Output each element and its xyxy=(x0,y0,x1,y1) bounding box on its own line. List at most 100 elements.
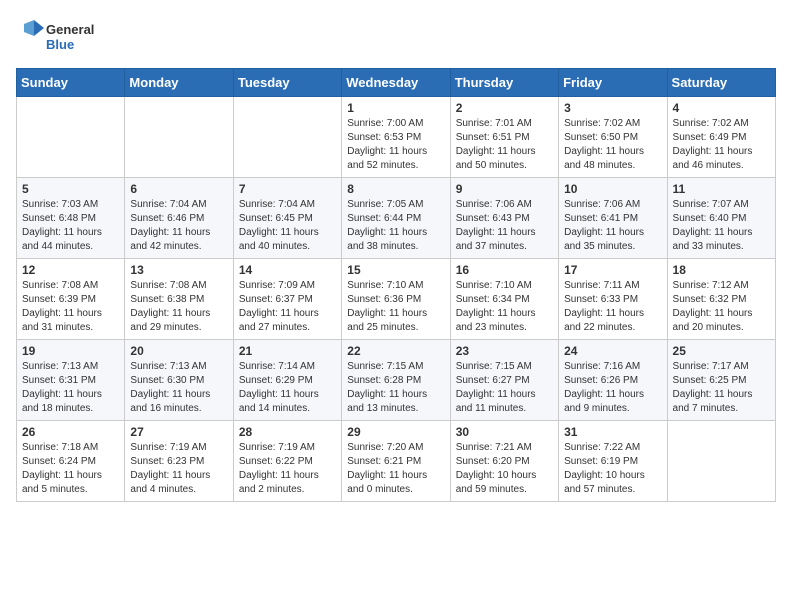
calendar-cell: 3Sunrise: 7:02 AM Sunset: 6:50 PM Daylig… xyxy=(559,97,667,178)
day-header-monday: Monday xyxy=(125,69,233,97)
day-info: Sunrise: 7:00 AM Sunset: 6:53 PM Dayligh… xyxy=(347,117,444,173)
day-header-wednesday: Wednesday xyxy=(342,69,450,97)
calendar-cell xyxy=(125,97,233,178)
day-info: Sunrise: 7:08 AM Sunset: 6:39 PM Dayligh… xyxy=(22,279,119,335)
day-number: 5 xyxy=(22,182,119,196)
day-number: 9 xyxy=(456,182,553,196)
calendar-cell: 5Sunrise: 7:03 AM Sunset: 6:48 PM Daylig… xyxy=(17,178,125,259)
calendar-cell: 29 Sunrise: 7:20 AM Sunset: 6:21 PM Dayli… xyxy=(342,421,450,502)
day-header-saturday: Saturday xyxy=(667,69,775,97)
day-number: 4 xyxy=(673,101,770,115)
calendar-cell: 9Sunrise: 7:06 AM Sunset: 6:43 PM Daylig… xyxy=(450,178,558,259)
calendar-table: SundayMondayTuesdayWednesdayThursdayFrid… xyxy=(16,68,776,502)
day-number: 30 xyxy=(456,425,553,439)
calendar-cell xyxy=(233,97,341,178)
day-number: 28 xyxy=(239,425,336,439)
day-number: 16 xyxy=(456,263,553,277)
calendar-cell: 8 Sunrise: 7:05 AM Sunset: 6:44 PM Daylig… xyxy=(342,178,450,259)
calendar-header-row: SundayMondayTuesdayWednesdayThursdayFrid… xyxy=(17,69,776,97)
calendar-cell: 20 Sunrise: 7:13 AM Sunset: 6:30 PM Dayli… xyxy=(125,340,233,421)
calendar-cell: 30 Sunrise: 7:21 AM Sunset: 6:20 PM Dayli… xyxy=(450,421,558,502)
day-info: Sunrise: 7:11 AM Sunset: 6:33 PM Dayligh… xyxy=(564,279,661,335)
calendar-week-3: 12 Sunrise: 7:08 AM Sunset: 6:39 PM Dayli… xyxy=(17,259,776,340)
day-info: Sunrise: 7:08 AM Sunset: 6:38 PM Dayligh… xyxy=(130,279,227,335)
day-header-tuesday: Tuesday xyxy=(233,69,341,97)
day-info: Sunrise: 7:01 AM Sunset: 6:51 PM Dayligh… xyxy=(456,117,553,173)
calendar-cell: 28 Sunrise: 7:19 AM Sunset: 6:22 PM Dayli… xyxy=(233,421,341,502)
calendar-cell: 21 Sunrise: 7:14 AM Sunset: 6:29 PM Dayli… xyxy=(233,340,341,421)
calendar-cell: 11 Sunrise: 7:07 AM Sunset: 6:40 PM Dayli… xyxy=(667,178,775,259)
day-number: 31 xyxy=(564,425,661,439)
day-number: 11 xyxy=(673,182,770,196)
day-info: Sunrise: 7:15 AM Sunset: 6:27 PM Dayligh… xyxy=(456,360,553,416)
day-number: 23 xyxy=(456,344,553,358)
calendar-cell: 16 Sunrise: 7:10 AM Sunset: 6:34 PM Dayli… xyxy=(450,259,558,340)
day-number: 1 xyxy=(347,101,444,115)
calendar-cell: 12 Sunrise: 7:08 AM Sunset: 6:39 PM Dayli… xyxy=(17,259,125,340)
day-info: Sunrise: 7:22 AM Sunset: 6:19 PM Dayligh… xyxy=(564,441,661,497)
day-number: 8 xyxy=(347,182,444,196)
calendar-cell: 31 Sunrise: 7:22 AM Sunset: 6:19 PM Dayli… xyxy=(559,421,667,502)
calendar-cell: 24Sunrise: 7:16 AM Sunset: 6:26 PM Dayli… xyxy=(559,340,667,421)
day-info: Sunrise: 7:15 AM Sunset: 6:28 PM Dayligh… xyxy=(347,360,444,416)
day-info: Sunrise: 7:02 AM Sunset: 6:49 PM Dayligh… xyxy=(673,117,770,173)
day-header-sunday: Sunday xyxy=(17,69,125,97)
day-info: Sunrise: 7:18 AM Sunset: 6:24 PM Dayligh… xyxy=(22,441,119,497)
calendar-cell: 27 Sunrise: 7:19 AM Sunset: 6:23 PM Dayli… xyxy=(125,421,233,502)
day-number: 10 xyxy=(564,182,661,196)
calendar-cell: 17 Sunrise: 7:11 AM Sunset: 6:33 PM Dayli… xyxy=(559,259,667,340)
day-info: Sunrise: 7:19 AM Sunset: 6:22 PM Dayligh… xyxy=(239,441,336,497)
day-info: Sunrise: 7:13 AM Sunset: 6:30 PM Dayligh… xyxy=(130,360,227,416)
calendar-cell: 22 Sunrise: 7:15 AM Sunset: 6:28 PM Dayli… xyxy=(342,340,450,421)
day-info: Sunrise: 7:10 AM Sunset: 6:36 PM Dayligh… xyxy=(347,279,444,335)
day-info: Sunrise: 7:20 AM Sunset: 6:21 PM Dayligh… xyxy=(347,441,444,497)
day-info: Sunrise: 7:21 AM Sunset: 6:20 PM Dayligh… xyxy=(456,441,553,497)
calendar-cell: 25Sunrise: 7:17 AM Sunset: 6:25 PM Dayli… xyxy=(667,340,775,421)
day-number: 14 xyxy=(239,263,336,277)
day-info: Sunrise: 7:13 AM Sunset: 6:31 PM Dayligh… xyxy=(22,360,119,416)
day-info: Sunrise: 7:06 AM Sunset: 6:41 PM Dayligh… xyxy=(564,198,661,254)
calendar-cell: 6 Sunrise: 7:04 AM Sunset: 6:46 PM Daylig… xyxy=(125,178,233,259)
calendar-cell: 10 Sunrise: 7:06 AM Sunset: 6:41 PM Dayli… xyxy=(559,178,667,259)
calendar-cell: 15 Sunrise: 7:10 AM Sunset: 6:36 PM Dayli… xyxy=(342,259,450,340)
day-number: 22 xyxy=(347,344,444,358)
day-number: 17 xyxy=(564,263,661,277)
day-info: Sunrise: 7:04 AM Sunset: 6:45 PM Dayligh… xyxy=(239,198,336,254)
calendar-cell: 4 Sunrise: 7:02 AM Sunset: 6:49 PM Daylig… xyxy=(667,97,775,178)
day-info: Sunrise: 7:09 AM Sunset: 6:37 PM Dayligh… xyxy=(239,279,336,335)
day-info: Sunrise: 7:04 AM Sunset: 6:46 PM Dayligh… xyxy=(130,198,227,254)
calendar-week-1: 1 Sunrise: 7:00 AM Sunset: 6:53 PM Daylig… xyxy=(17,97,776,178)
day-number: 6 xyxy=(130,182,227,196)
day-number: 2 xyxy=(456,101,553,115)
day-number: 12 xyxy=(22,263,119,277)
logo: General Blue xyxy=(16,16,106,56)
day-info: Sunrise: 7:16 AM Sunset: 6:26 PM Dayligh… xyxy=(564,360,661,416)
day-number: 29 xyxy=(347,425,444,439)
calendar-cell: 2 Sunrise: 7:01 AM Sunset: 6:51 PM Daylig… xyxy=(450,97,558,178)
calendar-cell xyxy=(667,421,775,502)
day-number: 21 xyxy=(239,344,336,358)
day-number: 15 xyxy=(347,263,444,277)
day-number: 26 xyxy=(22,425,119,439)
day-info: Sunrise: 7:14 AM Sunset: 6:29 PM Dayligh… xyxy=(239,360,336,416)
day-number: 13 xyxy=(130,263,227,277)
day-header-friday: Friday xyxy=(559,69,667,97)
day-info: Sunrise: 7:05 AM Sunset: 6:44 PM Dayligh… xyxy=(347,198,444,254)
day-info: Sunrise: 7:10 AM Sunset: 6:34 PM Dayligh… xyxy=(456,279,553,335)
day-info: Sunrise: 7:07 AM Sunset: 6:40 PM Dayligh… xyxy=(673,198,770,254)
day-info: Sunrise: 7:12 AM Sunset: 6:32 PM Dayligh… xyxy=(673,279,770,335)
day-header-thursday: Thursday xyxy=(450,69,558,97)
logo-svg: General Blue xyxy=(16,16,106,56)
calendar-cell: 14 Sunrise: 7:09 AM Sunset: 6:37 PM Dayli… xyxy=(233,259,341,340)
calendar-cell: 7Sunrise: 7:04 AM Sunset: 6:45 PM Daylig… xyxy=(233,178,341,259)
page-header: General Blue xyxy=(16,16,776,56)
day-number: 3 xyxy=(564,101,661,115)
day-number: 27 xyxy=(130,425,227,439)
calendar-week-5: 26 Sunrise: 7:18 AM Sunset: 6:24 PM Dayli… xyxy=(17,421,776,502)
svg-text:Blue: Blue xyxy=(46,37,74,52)
calendar-week-2: 5Sunrise: 7:03 AM Sunset: 6:48 PM Daylig… xyxy=(17,178,776,259)
day-info: Sunrise: 7:19 AM Sunset: 6:23 PM Dayligh… xyxy=(130,441,227,497)
day-number: 20 xyxy=(130,344,227,358)
calendar-cell xyxy=(17,97,125,178)
calendar-week-4: 19Sunrise: 7:13 AM Sunset: 6:31 PM Dayli… xyxy=(17,340,776,421)
